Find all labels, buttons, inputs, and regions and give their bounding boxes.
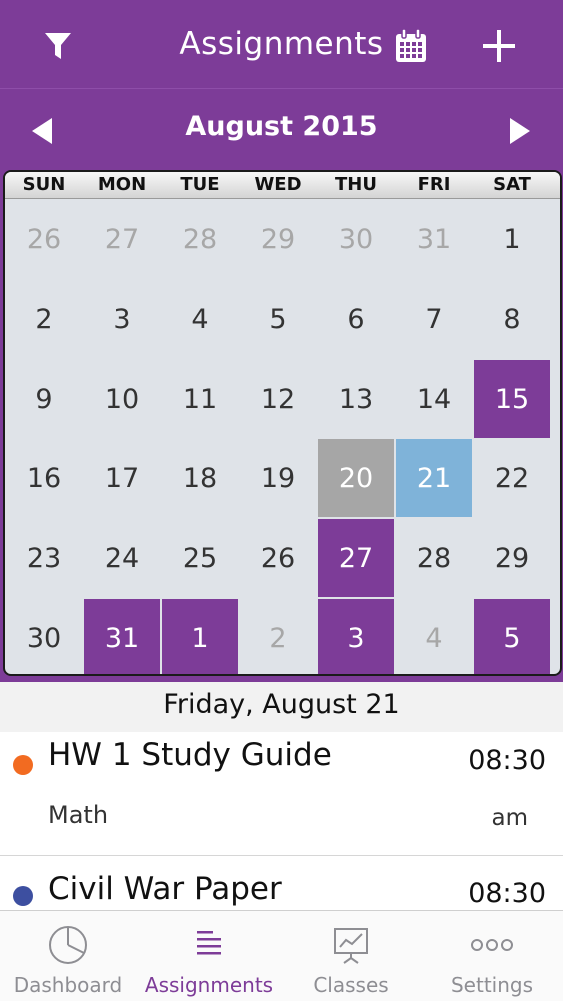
calendar-day[interactable]: 5 — [474, 599, 550, 674]
calendar-day[interactable]: 31 — [396, 200, 472, 278]
calendar-frame: SUN MON TUE WED THU FRI SAT 26 27 28 29 30 31 1 2 3 4 5 6… — [0, 168, 563, 682]
calendar-grid: SUN MON TUE WED THU FRI SAT 26 27 28 29 30 31 1 2 3 4 5 6… — [3, 170, 562, 676]
tab-label: Classes — [313, 973, 389, 997]
calendar-day[interactable]: 18 — [162, 439, 238, 517]
calendar-day[interactable]: 3 — [84, 280, 160, 358]
calendar-day[interactable]: 1 — [474, 200, 550, 278]
calendar-day[interactable]: 30 — [318, 200, 394, 278]
calendar-day[interactable]: 17 — [84, 439, 160, 517]
weekday-label: SAT — [493, 174, 531, 195]
calendar-day[interactable]: 4 — [162, 280, 238, 358]
plus-icon — [483, 30, 515, 62]
calendar-day[interactable]: 3 — [318, 599, 394, 674]
weekday-label: SUN — [22, 174, 66, 195]
calendar-day[interactable]: 15 — [474, 360, 550, 438]
weekday-label: TUE — [180, 174, 220, 195]
weekday-header-row: SUN MON TUE WED THU FRI SAT — [5, 172, 560, 199]
assignment-time: 08:30 — [468, 745, 546, 776]
calendar-icon — [396, 28, 426, 62]
tab-assignments[interactable]: Assignments — [139, 911, 279, 1001]
assignment-ampm: am — [491, 805, 529, 831]
top-nav-bar: Assignments — [0, 0, 563, 88]
weekday-label: WED — [254, 174, 302, 195]
pie-chart-icon — [49, 926, 87, 964]
calendar-day[interactable]: 28 — [162, 200, 238, 278]
more-dots-icon — [471, 939, 513, 951]
calendar-day[interactable]: 16 — [6, 439, 82, 517]
calendar-day[interactable]: 23 — [6, 519, 82, 597]
calendar-day[interactable]: 29 — [240, 200, 316, 278]
tab-label: Assignments — [144, 973, 274, 997]
calendar-day[interactable]: 2 — [6, 280, 82, 358]
calendar-day[interactable]: 2 — [240, 599, 316, 674]
class-color-dot — [13, 886, 33, 906]
bottom-tab-bar: Dashboard Assignments Classes Settings — [0, 910, 563, 1001]
calendar-day[interactable]: 27 — [84, 200, 160, 278]
assignment-time: 08:30 — [468, 878, 546, 909]
calendar-day[interactable]: 13 — [318, 360, 394, 438]
calendar-day[interactable]: 4 — [396, 599, 472, 674]
calendar-day[interactable]: 30 — [6, 599, 82, 674]
calendar-day[interactable]: 27 — [318, 519, 394, 597]
calendar-day[interactable]: 31 — [84, 599, 160, 674]
calendar-day[interactable]: 25 — [162, 519, 238, 597]
calendar-day[interactable]: 7 — [396, 280, 472, 358]
add-assignment-button[interactable] — [475, 22, 523, 70]
presentation-board-icon — [334, 928, 368, 964]
weekday-label: THU — [335, 174, 377, 195]
tab-label: Dashboard — [13, 973, 123, 997]
calendar-day[interactable]: 11 — [162, 360, 238, 438]
calendar-day[interactable]: 19 — [240, 439, 316, 517]
calendar-day[interactable]: 14 — [396, 360, 472, 438]
calendar-day[interactable]: 26 — [240, 519, 316, 597]
calendar-day[interactable]: 9 — [6, 360, 82, 438]
assignment-title: HW 1 Study Guide — [48, 737, 332, 773]
month-label: August 2015 — [185, 111, 378, 142]
calendar-day[interactable]: 21 — [396, 439, 472, 517]
month-navigation: August 2015 — [0, 88, 563, 169]
selected-date-header: Friday, August 21 — [0, 682, 563, 732]
calendar-day[interactable]: 20 — [318, 439, 394, 517]
calendar-day[interactable]: 1 — [162, 599, 238, 674]
tab-classes[interactable]: Classes — [281, 911, 421, 1001]
tab-label: Settings — [450, 973, 534, 997]
next-month-button[interactable] — [500, 113, 540, 149]
calendar-day[interactable]: 24 — [84, 519, 160, 597]
class-color-dot — [13, 755, 33, 775]
calendar-day[interactable]: 26 — [6, 200, 82, 278]
calendar-day[interactable]: 12 — [240, 360, 316, 438]
tab-settings[interactable]: Settings — [422, 911, 562, 1001]
weekday-label: FRI — [417, 174, 451, 195]
calendar-day[interactable]: 22 — [474, 439, 550, 517]
calendar-day[interactable]: 5 — [240, 280, 316, 358]
calendar-day[interactable]: 28 — [396, 519, 472, 597]
list-icon — [197, 931, 221, 955]
assignment-title: Civil War Paper — [48, 871, 282, 907]
assignment-item[interactable]: HW 1 Study Guide 08:30 Math am — [0, 733, 563, 856]
assignment-subject: Math — [48, 801, 109, 829]
calendar-view-button[interactable] — [387, 22, 435, 70]
tab-dashboard[interactable]: Dashboard — [0, 911, 138, 1001]
calendar-day[interactable]: 8 — [474, 280, 550, 358]
calendar-day[interactable]: 29 — [474, 519, 550, 597]
weekday-label: MON — [97, 174, 147, 195]
right-arrow-icon — [510, 118, 530, 144]
calendar-day[interactable]: 10 — [84, 360, 160, 438]
calendar-day[interactable]: 6 — [318, 280, 394, 358]
